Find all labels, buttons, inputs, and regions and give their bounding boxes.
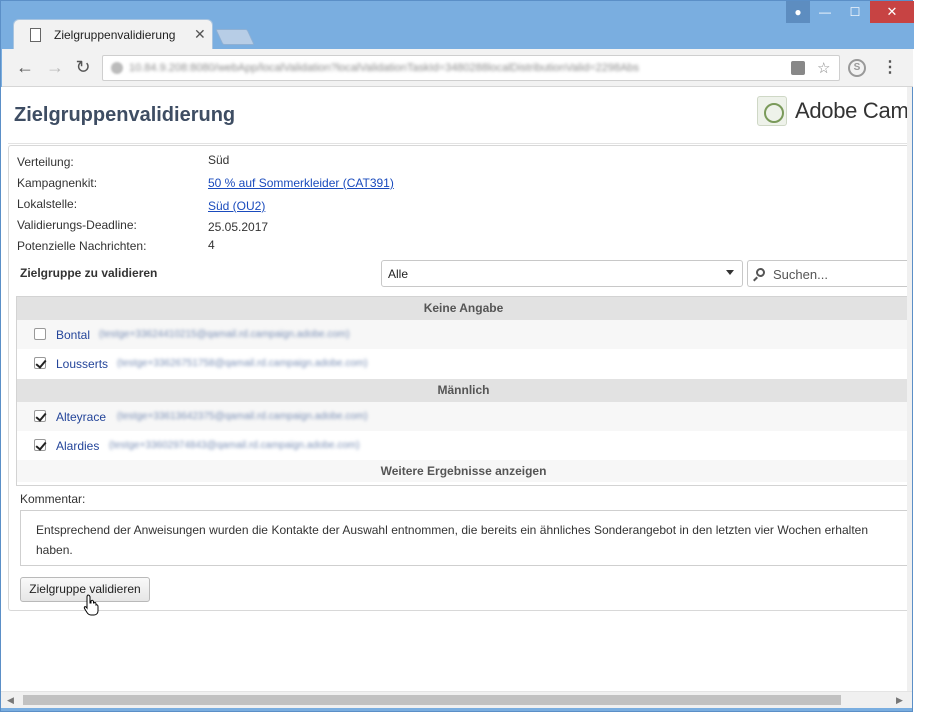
page-action-icon[interactable]	[791, 61, 805, 75]
skype-extension-icon[interactable]: S	[848, 59, 866, 77]
recipient-checkbox[interactable]	[34, 328, 46, 340]
comment-text: Entsprechend der Anweisungen wurden die …	[36, 523, 868, 557]
search-input[interactable]: Suchen...	[747, 260, 907, 287]
comment-textarea[interactable]: Entsprechend der Anweisungen wurden die …	[20, 510, 907, 566]
page-icon	[30, 28, 41, 42]
tab-title: Zielgruppenvalidierung	[54, 28, 176, 42]
info-label-kit: Kampagnenkit:	[17, 176, 98, 190]
logo-text: Adobe Camp	[795, 98, 907, 123]
list-item: Alteyrace (testge+33613642375@qamail.rd.…	[17, 402, 907, 431]
user-profile-icon[interactable]: ●	[786, 1, 810, 23]
campaign-kit-link[interactable]: 50 % auf Sommerkleider (CAT391)	[208, 176, 394, 190]
maximize-button[interactable]: ☐	[840, 1, 870, 23]
list-item: Alardies (testge+33602974843@qamail.rd.c…	[17, 431, 907, 460]
close-window-button[interactable]: ✕	[870, 1, 914, 23]
search-placeholder: Suchen...	[773, 267, 828, 282]
page-title: Zielgruppenvalidierung	[14, 104, 236, 126]
scroll-left-icon[interactable]: ◀	[7, 695, 14, 706]
info-label-distribution: Verteilung:	[17, 155, 74, 169]
info-value-deadline: 25.05.2017	[208, 220, 269, 234]
scroll-right-icon[interactable]: ▶	[896, 695, 903, 706]
minimize-button[interactable]: —	[810, 1, 840, 23]
title-divider	[8, 143, 907, 144]
recipient-checkbox[interactable]	[34, 357, 46, 369]
recipient-name[interactable]: Alteyrace	[56, 410, 106, 424]
recipient-email: (testge+33613642375@qamail.rd.campaign.a…	[117, 411, 368, 422]
list-item: Lousserts (testge+33626751758@qamail.rd.…	[17, 349, 907, 378]
recipient-checkbox[interactable]	[34, 410, 46, 422]
site-info-icon[interactable]	[111, 62, 123, 74]
recipient-name[interactable]: Lousserts	[56, 357, 108, 371]
info-label-deadline: Validierungs-Deadline:	[17, 218, 137, 232]
info-value-distribution: Süd	[208, 153, 230, 167]
group-header-male: Männlich	[17, 379, 907, 402]
info-value-kit-wrap: 50 % auf Sommerkleider (CAT391)	[208, 176, 394, 190]
show-more-results-button[interactable]: Weitere Ergebnisse anzeigen	[17, 460, 907, 482]
close-tab-icon[interactable]: ✕	[194, 26, 206, 43]
recipient-email: (testge+33602974843@qamail.rd.campaign.a…	[109, 440, 360, 451]
url-text: 10.84.9.208:8080/webApp/localValidation?…	[129, 62, 640, 74]
bookmark-star-icon[interactable]: ☆	[817, 59, 830, 77]
address-bar[interactable]: 10.84.9.208:8080/webApp/localValidation?…	[102, 55, 840, 81]
info-label-local-entity: Lokalstelle:	[17, 197, 78, 211]
chevron-down-icon	[726, 270, 734, 275]
info-label-messages: Potenzielle Nachrichten:	[17, 239, 147, 253]
recipient-name[interactable]: Bontal	[56, 328, 90, 342]
new-tab-button[interactable]	[215, 29, 255, 45]
select-value: Alle	[388, 267, 409, 281]
target-filter-label: Zielgruppe zu validieren	[20, 266, 158, 280]
browser-toolbar: ← → ↻ 10.84.9.208:8080/webApp/localValid…	[2, 49, 913, 87]
recipient-email: (testge+33626751758@qamail.rd.campaign.a…	[117, 358, 368, 369]
horizontal-scrollbar[interactable]: ◀ ▶	[1, 691, 912, 708]
hand-cursor-icon	[83, 594, 99, 616]
info-value-messages: 4	[208, 238, 215, 252]
comment-label: Kommentar:	[20, 492, 86, 506]
forward-arrow-icon[interactable]: →	[44, 57, 66, 78]
browser-menu-icon[interactable]: ⋮	[882, 57, 898, 77]
recipient-checkbox[interactable]	[34, 439, 46, 451]
info-value-local-entity-wrap: Süd (OU2)	[208, 199, 265, 213]
title-bar: Zielgruppenvalidierung ✕ ● — ☐ ✕	[1, 1, 914, 49]
reload-icon[interactable]: ↻	[72, 57, 94, 78]
local-entity-link[interactable]: Süd (OU2)	[208, 199, 265, 213]
recipient-email: (testge+33624410215@qamail.rd.campaign.a…	[99, 329, 350, 340]
browser-tab[interactable]: Zielgruppenvalidierung ✕	[13, 19, 213, 49]
search-icon	[756, 268, 765, 277]
group-header-none: Keine Angabe	[17, 297, 907, 320]
recipient-name[interactable]: Alardies	[56, 439, 99, 453]
list-item: Bontal (testge+33624410215@qamail.rd.cam…	[17, 320, 907, 349]
target-filter-select[interactable]: Alle	[381, 260, 743, 287]
adobe-campaign-logo: Adobe Camp	[757, 95, 907, 127]
logo-icon	[757, 96, 787, 126]
back-arrow-icon[interactable]: ←	[14, 57, 36, 78]
window-controls: ● — ☐ ✕	[786, 1, 914, 23]
scroll-thumb[interactable]	[23, 695, 841, 705]
vertical-scrollbar[interactable]	[907, 87, 912, 691]
recipient-list: Keine Angabe Bontal (testge+33624410215@…	[16, 296, 907, 486]
page-viewport: Zielgruppenvalidierung Adobe Camp Vertei…	[1, 87, 907, 691]
